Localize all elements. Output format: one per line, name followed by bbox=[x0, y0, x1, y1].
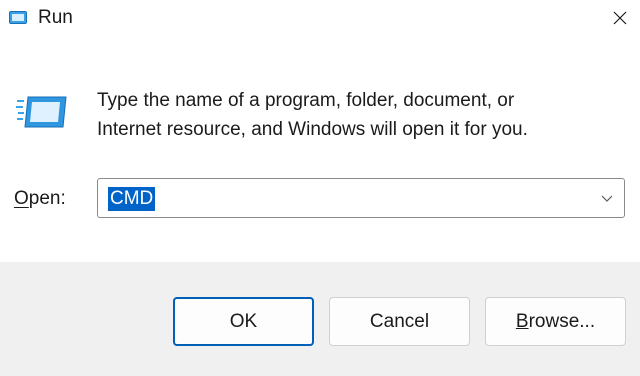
ok-button-label: OK bbox=[229, 310, 258, 332]
open-label-rest: pen: bbox=[28, 188, 66, 209]
ok-button[interactable]: OK bbox=[173, 297, 314, 346]
browse-label-rest: rowse... bbox=[528, 310, 596, 332]
run-icon bbox=[16, 96, 67, 128]
title-bar[interactable]: Run bbox=[0, 0, 640, 40]
close-button[interactable] bbox=[600, 0, 640, 36]
description-text: Type the name of a program, folder, docu… bbox=[97, 86, 627, 144]
run-dialog: Run Type the name of a program, folder, … bbox=[0, 0, 640, 376]
close-icon bbox=[613, 11, 627, 25]
description-line-2: Internet resource, and Windows will open… bbox=[97, 119, 528, 140]
browse-button[interactable]: Browse... bbox=[485, 297, 626, 346]
cancel-button-label: Cancel bbox=[369, 310, 430, 332]
open-label-mnemonic: O bbox=[14, 188, 29, 209]
browse-button-label: Browse... bbox=[516, 311, 595, 333]
window-title: Run bbox=[38, 7, 73, 28]
open-combobox[interactable]: CMD bbox=[97, 178, 625, 218]
description-line-1: Type the name of a program, folder, docu… bbox=[97, 90, 515, 111]
chevron-down-icon[interactable] bbox=[599, 190, 615, 206]
browse-mnemonic: B bbox=[515, 310, 529, 332]
run-icon bbox=[9, 11, 27, 24]
open-input-value[interactable]: CMD bbox=[108, 187, 156, 211]
open-label: Open: bbox=[14, 188, 66, 210]
cancel-button[interactable]: Cancel bbox=[329, 297, 470, 346]
